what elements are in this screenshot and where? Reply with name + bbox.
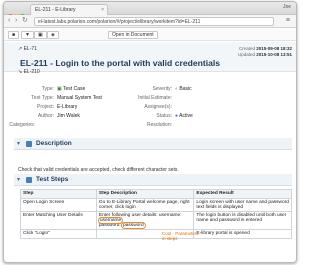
- password-parameter[interactable]: password: [121, 222, 146, 229]
- child-link[interactable]: ↘ EL-210: [18, 69, 40, 75]
- toolbar-button-1[interactable]: ■: [8, 31, 20, 39]
- table-row[interactable]: Open Login Screen Go to E-Library Portal…: [20, 198, 292, 212]
- updated-info: Updated 2015-10-08 13:51: [237, 52, 292, 57]
- tab-title: EL-211 - E-Library: [35, 7, 76, 13]
- initial-estimate-label: Initial Estimate:: [138, 95, 172, 101]
- severity-value[interactable]: ◐ Basic: [175, 86, 192, 92]
- step-cell: Click "Login": [20, 229, 97, 239]
- workitem-header: ↗ EL-71 EL-211 - Login to the portal wit…: [4, 42, 296, 75]
- categories-label: Categories:: [9, 122, 35, 128]
- test-steps-section-header[interactable]: ▾ Test Steps: [14, 174, 292, 186]
- created-info: Created 2015-09-08 18:32: [238, 46, 292, 51]
- expected-result-cell: Login screen with user name and password…: [193, 198, 292, 212]
- test-steps-icon: [26, 177, 32, 183]
- status-label: Status:: [156, 113, 172, 119]
- toolbar-button-4[interactable]: ◈: [47, 31, 59, 39]
- step-cell: Open Login Screen: [20, 198, 97, 212]
- forward-arrow-icon[interactable]: ›: [15, 17, 17, 25]
- project-value[interactable]: E-Library: [57, 104, 77, 110]
- test-type-value[interactable]: Manual System Test: [57, 95, 102, 101]
- toolbar-button-2[interactable]: ▼: [21, 31, 34, 39]
- column-header-expected-result: Expected Result: [193, 189, 292, 199]
- author-label: Author:: [37, 113, 54, 119]
- table-row[interactable]: Enter Matching User Details Enter follow…: [20, 211, 292, 230]
- parent-link[interactable]: ↗ EL-71: [18, 46, 37, 52]
- workitem-title: EL-211 - Login to the portal with valid …: [20, 58, 221, 68]
- column-header-step: Step: [20, 189, 97, 199]
- address-bar-row: ‹ › ↻ el-latest.labs.polarion.com/polari…: [4, 15, 296, 28]
- test-type-label: Test Type:: [31, 95, 54, 101]
- parameters-callout: Cool - Parameters in steps: [162, 231, 199, 241]
- author-value[interactable]: Jim Walek: [57, 113, 80, 119]
- toolbar-button-3[interactable]: ▣: [34, 31, 47, 39]
- test-steps-table: Step Step Description Expected Result Op…: [20, 189, 292, 239]
- browser-tab[interactable]: EL-211 - E-Library ×: [30, 4, 108, 15]
- expected-result-cell: The login button is disabled until both …: [193, 211, 292, 230]
- column-header-step-description: Step Description: [95, 189, 195, 199]
- description-text: Check that valid credentials are accepte…: [18, 167, 179, 173]
- table-header-row: Step Step Description Expected Result: [20, 189, 292, 199]
- expected-result-cell: E-library portal is opened: [193, 229, 292, 239]
- step-description-cell: Go to E-Library Portal welcome page, rig…: [95, 198, 195, 212]
- back-arrow-icon[interactable]: ‹: [8, 17, 10, 25]
- status-value[interactable]: ● Active: [175, 113, 193, 119]
- tab-bar: EL-211 - E-Library × Joe: [4, 2, 296, 19]
- description-section-header[interactable]: ▾ Description: [14, 138, 292, 150]
- assignees-label: Assignee(s):: [144, 104, 172, 110]
- step-cell: Enter Matching User Details: [20, 211, 97, 230]
- severity-label: Severity:: [152, 86, 172, 92]
- project-label: Project:: [37, 104, 54, 110]
- tab-close-icon[interactable]: ×: [101, 5, 104, 15]
- browser-window: EL-211 - E-Library × Joe ‹ › ↻ el-latest…: [3, 1, 297, 263]
- step-description-cell: Enter following user details: username: …: [95, 211, 195, 230]
- chevron-down-icon[interactable]: ▾: [17, 140, 20, 147]
- reload-icon[interactable]: ↻: [22, 17, 28, 25]
- test-steps-title: Test Steps: [36, 176, 69, 183]
- type-label: Type:: [41, 86, 54, 92]
- open-in-document-button[interactable]: Open in Document: [108, 31, 158, 39]
- browser-menu-icon[interactable]: ≡: [286, 17, 290, 25]
- profile-name[interactable]: Joe: [283, 4, 291, 10]
- table-row[interactable]: Click "Login" E-library portal is opened: [20, 229, 292, 239]
- description-title: Description: [36, 140, 72, 147]
- resolution-label: Resolution:: [146, 122, 172, 128]
- workitem-toolbar: ■ ▼ ▣ ◈ Open in Document: [4, 29, 296, 41]
- chevron-down-icon[interactable]: ▾: [17, 176, 20, 183]
- type-value[interactable]: ▣ Test Case: [57, 86, 85, 92]
- description-icon: [26, 141, 32, 147]
- url-input[interactable]: el-latest.labs.polarion.com/polarion/#/p…: [34, 17, 274, 26]
